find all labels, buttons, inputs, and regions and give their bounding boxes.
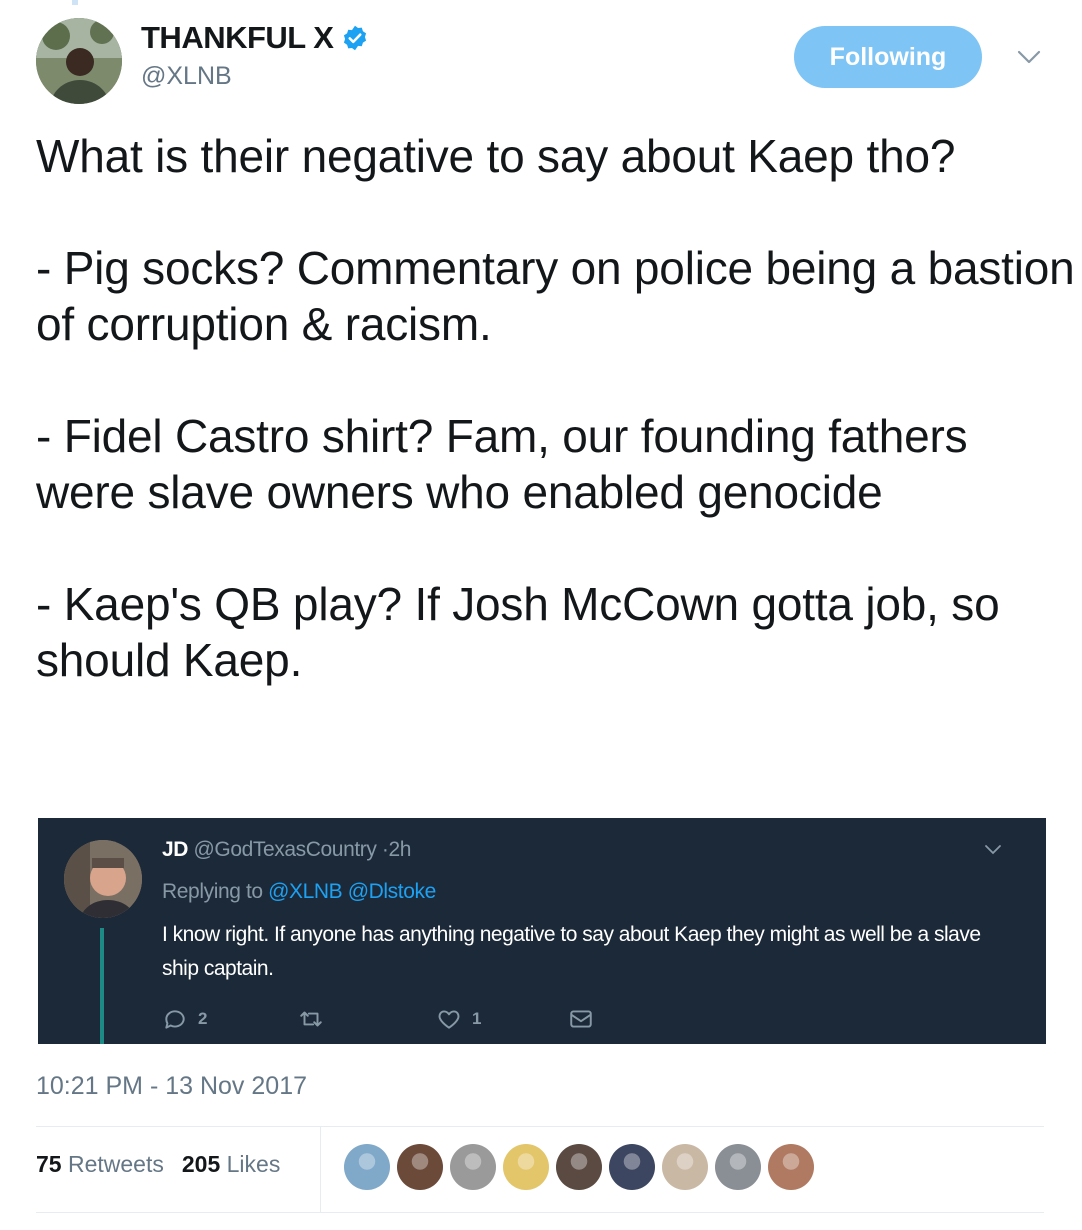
replying-to-label: Replying to xyxy=(162,880,263,903)
liker-avatar-4[interactable] xyxy=(503,1144,549,1190)
embedded-like-count: 1 xyxy=(472,1009,482,1028)
liker-avatar-5[interactable] xyxy=(556,1144,602,1190)
divider xyxy=(36,1212,1044,1213)
heart-icon xyxy=(438,1010,460,1029)
chevron-down-icon[interactable] xyxy=(1016,48,1042,66)
top-edge-fragment xyxy=(72,0,78,5)
author-display-name[interactable]: THANKFUL X xyxy=(141,20,334,56)
retweets-count: 75 xyxy=(36,1151,62,1177)
embedded-reply-action: 2 xyxy=(162,1006,207,1032)
embedded-tweet-screenshot: JD @GodTexasCountry ·2h Replying to @XLN… xyxy=(38,818,1046,1044)
liker-avatar-3[interactable] xyxy=(450,1144,496,1190)
embedded-author-name: JD xyxy=(162,838,189,861)
tweet-text: What is their negative to say about Kaep… xyxy=(36,130,1075,686)
divider xyxy=(36,1126,1044,1127)
likes-label: Likes xyxy=(226,1151,281,1177)
embedded-chevron-down-icon xyxy=(985,845,1001,855)
embedded-mention-dlstoke: @Dlstoke xyxy=(347,880,437,903)
embedded-dm-action xyxy=(568,1006,594,1032)
liker-avatar-6[interactable] xyxy=(609,1144,655,1190)
embedded-like-action: 1 xyxy=(436,1006,481,1032)
tweet-timestamp[interactable]: 10:21 PM - 13 Nov 2017 xyxy=(36,1072,307,1101)
retweets-label: Retweets xyxy=(67,1151,164,1177)
embedded-reply-count: 2 xyxy=(198,1009,208,1028)
reply-icon xyxy=(165,1010,185,1029)
verified-badge-icon xyxy=(344,25,367,51)
embedded-replying-to: Replying to @XLNB @Dlstoke xyxy=(162,880,436,904)
liker-avatar-1[interactable] xyxy=(344,1144,390,1190)
likes-count: 205 xyxy=(181,1151,221,1177)
envelope-icon xyxy=(570,1010,592,1028)
liker-avatar-7[interactable] xyxy=(662,1144,708,1190)
embedded-author-avatar xyxy=(64,840,142,918)
author-handle[interactable]: @XLNB xyxy=(141,62,232,91)
liker-avatars xyxy=(344,1144,821,1190)
embedded-tweet-text: I know right. If anyone has anything neg… xyxy=(162,923,981,980)
retweet-icon xyxy=(300,1011,322,1027)
likes-stat[interactable]: 205 Likes xyxy=(182,1151,280,1177)
stats-separator xyxy=(320,1127,321,1212)
embedded-tweet-time: ·2h xyxy=(381,838,412,861)
liker-avatar-9[interactable] xyxy=(768,1144,814,1190)
embedded-mention-xlnb: @XLNB xyxy=(268,880,343,903)
thread-line xyxy=(100,928,104,1044)
liker-avatar-2[interactable] xyxy=(397,1144,443,1190)
following-button[interactable]: Following xyxy=(794,26,982,88)
embedded-retweet-action xyxy=(298,1006,334,1032)
embedded-tweet-header: JD @GodTexasCountry ·2h xyxy=(162,838,411,862)
retweets-stat[interactable]: 75 Retweets xyxy=(36,1151,164,1177)
author-avatar[interactable] xyxy=(36,18,122,104)
tweet-stats: 75 Retweets 205 Likes xyxy=(36,1151,280,1178)
embedded-author-handle: @GodTexasCountry xyxy=(193,838,377,861)
liker-avatar-8[interactable] xyxy=(715,1144,761,1190)
